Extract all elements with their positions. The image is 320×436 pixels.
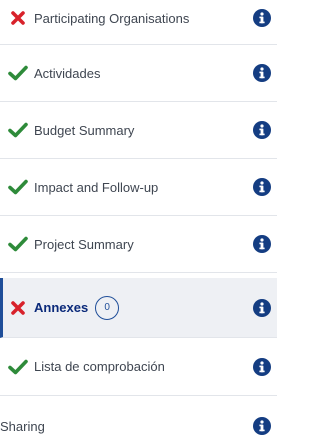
info-icon[interactable] [253,298,271,317]
checkmark-icon [8,177,28,197]
cross-icon [8,298,28,318]
menu-item-label: Project Summary [34,236,134,252]
info-icon[interactable] [253,64,271,82]
menu-item-label: Impact and Follow-up [34,179,159,195]
menu-item-label: Sharing [0,418,45,434]
menu-item-label: Lista de comprobación [34,359,165,374]
info-icon[interactable] [253,417,271,435]
checkmark-icon [8,63,28,83]
info-icon[interactable] [253,357,271,376]
info-icon[interactable] [253,235,271,253]
info-icon[interactable] [253,121,271,139]
info-icon[interactable] [253,178,271,196]
checkmark-icon [8,120,28,140]
menu-item-actividades[interactable]: Actividades [0,45,277,102]
menu-item-label: Actividades [34,65,101,81]
menu-item-sharing[interactable]: Sharing [0,396,277,436]
menu-item-label: Participating Organisations [34,10,190,26]
menu-item-lista-de-comprobacion[interactable]: Lista de comprobación [0,338,277,396]
menu-item-annexes[interactable]: Annexes 0 [0,278,277,338]
checkmark-icon [8,234,28,254]
menu-item-impact-and-follow-up[interactable]: Impact and Follow-up [0,159,277,216]
annex-count-badge: 0 [95,295,120,320]
menu-item-label: Annexes [34,300,89,315]
info-icon[interactable] [253,9,271,27]
menu-item-label: Budget Summary [34,122,135,138]
section-navigation-menu: Participating Organisations Actividades … [0,0,277,436]
cross-icon [8,8,28,28]
menu-item-budget-summary[interactable]: Budget Summary [0,102,277,159]
checkmark-icon [8,357,28,377]
menu-item-participating-organisations[interactable]: Participating Organisations [0,0,277,45]
menu-item-project-summary[interactable]: Project Summary [0,216,277,273]
